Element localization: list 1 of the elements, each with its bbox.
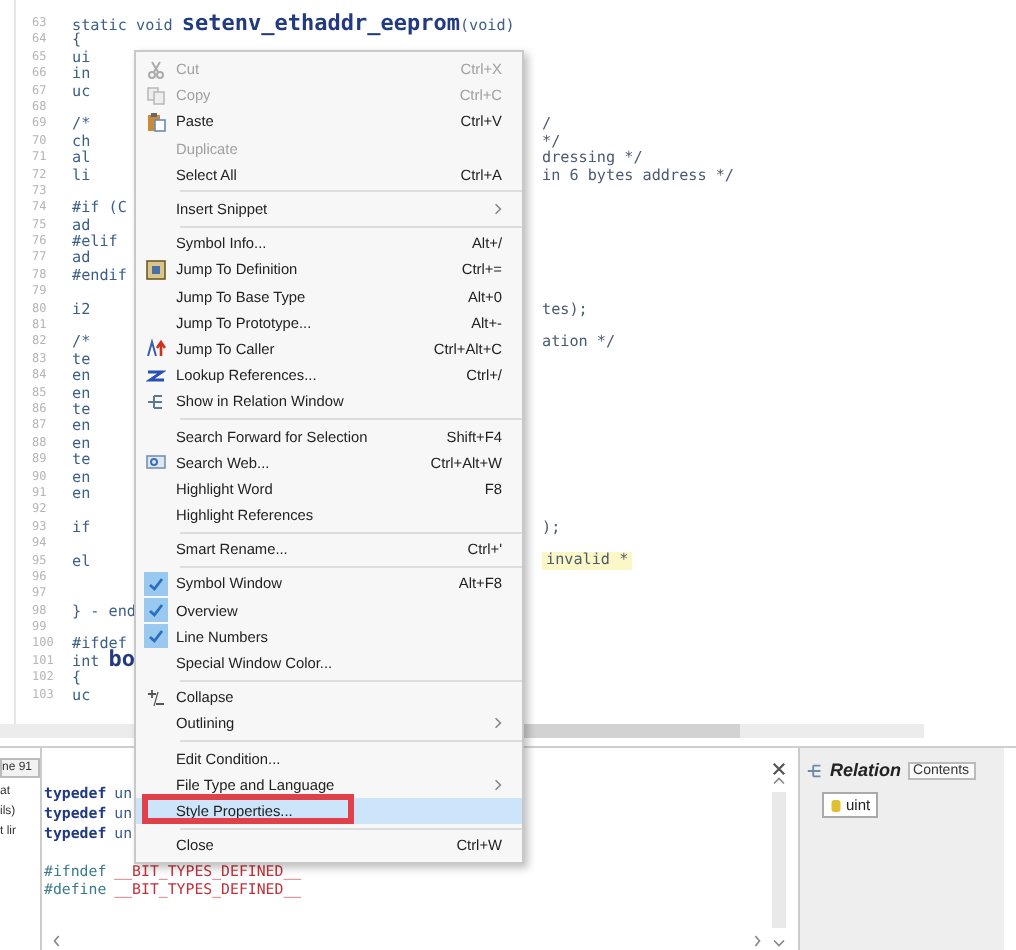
panel-title: Relation <box>830 760 902 780</box>
